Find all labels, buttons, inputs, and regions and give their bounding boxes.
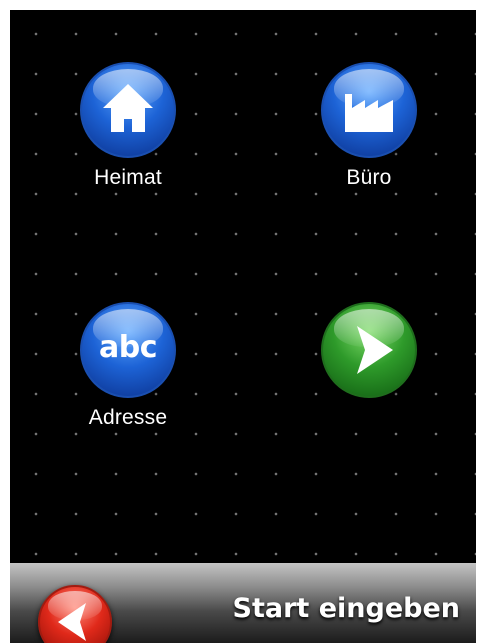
next-button[interactable] [304, 302, 434, 398]
office-button[interactable]: Büro [304, 62, 434, 190]
abc-icon: abc [80, 302, 176, 398]
home-button[interactable]: Heimat [63, 62, 193, 190]
page-title: Start eingeben [232, 593, 460, 624]
office-label: Büro [346, 166, 392, 189]
address-button[interactable]: abc Adresse [63, 302, 193, 430]
abc-icon-text: abc [98, 330, 158, 365]
home-icon [80, 62, 176, 158]
arrow-left-icon [38, 585, 112, 643]
home-label: Heimat [94, 166, 162, 189]
back-button[interactable] [38, 585, 112, 643]
screen: Heimat Büro abc Adresse Start eingeben [10, 10, 476, 643]
arrow-right-icon [321, 302, 417, 398]
address-label: Adresse [88, 406, 168, 429]
factory-icon [321, 62, 417, 158]
footer-bar: Start eingeben [10, 563, 476, 643]
